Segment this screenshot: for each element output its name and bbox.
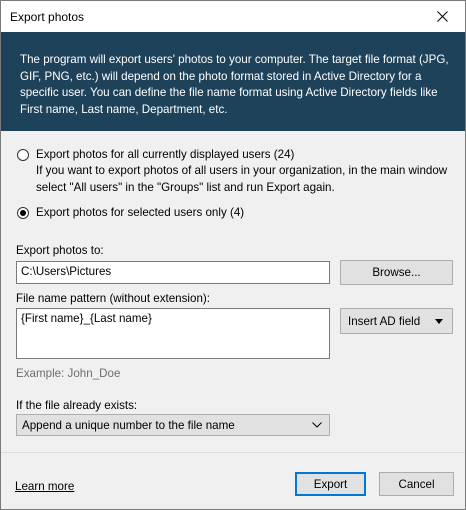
cancel-button-label: Cancel: [398, 477, 435, 491]
export-path-input[interactable]: C:\Users\Pictures: [16, 261, 330, 284]
pattern-value: {First name}_{Last name}: [21, 312, 152, 325]
close-icon: [436, 11, 448, 22]
info-banner: The program will export users' photos to…: [1, 32, 465, 131]
radio-selected-users-label: Export photos for selected users only (4…: [36, 206, 245, 219]
radio-selected-users[interactable]: Export photos for selected users only (4…: [17, 206, 244, 219]
insert-ad-field-label: Insert AD field: [348, 314, 421, 328]
all-users-hint: If you want to export photos of all user…: [36, 164, 448, 194]
export-button-label: Export: [313, 477, 348, 491]
export-to-label: Export photos to:: [16, 244, 104, 257]
export-path-value: C:\Users\Pictures: [21, 265, 112, 278]
export-button[interactable]: Export: [295, 472, 366, 496]
pattern-label: File name pattern (without extension):: [16, 292, 210, 305]
banner-text: The program will export users' photos to…: [20, 53, 449, 116]
exists-label: If the file already exists:: [16, 399, 138, 412]
chevron-down-icon: [435, 319, 443, 324]
insert-ad-field-button[interactable]: Insert AD field: [340, 308, 453, 334]
pattern-example: Example: John_Doe: [16, 367, 121, 380]
pattern-input[interactable]: {First name}_{Last name}: [16, 308, 330, 359]
chevron-down-icon: [312, 422, 322, 428]
radio-all-users-circle[interactable]: [17, 148, 29, 161]
browse-button[interactable]: Browse...: [340, 260, 453, 285]
exists-select[interactable]: Append a unique number to the file name: [16, 414, 330, 436]
title-bar: Export photos: [1, 1, 465, 32]
radio-all-users[interactable]: Export photos for all currently displaye…: [17, 148, 294, 161]
close-button[interactable]: [419, 1, 465, 32]
exists-selected-value: Append a unique number to the file name: [22, 418, 235, 432]
cancel-button[interactable]: Cancel: [379, 472, 454, 496]
radio-selected-users-circle[interactable]: [17, 206, 29, 219]
footer-divider: [1, 452, 465, 453]
window-title: Export photos: [10, 10, 85, 24]
radio-all-users-label: Export photos for all currently displaye…: [36, 148, 295, 161]
export-photos-dialog: Export photos The program will export us…: [0, 0, 466, 510]
learn-more-link[interactable]: Learn more: [15, 480, 74, 493]
browse-button-label: Browse...: [372, 266, 421, 279]
